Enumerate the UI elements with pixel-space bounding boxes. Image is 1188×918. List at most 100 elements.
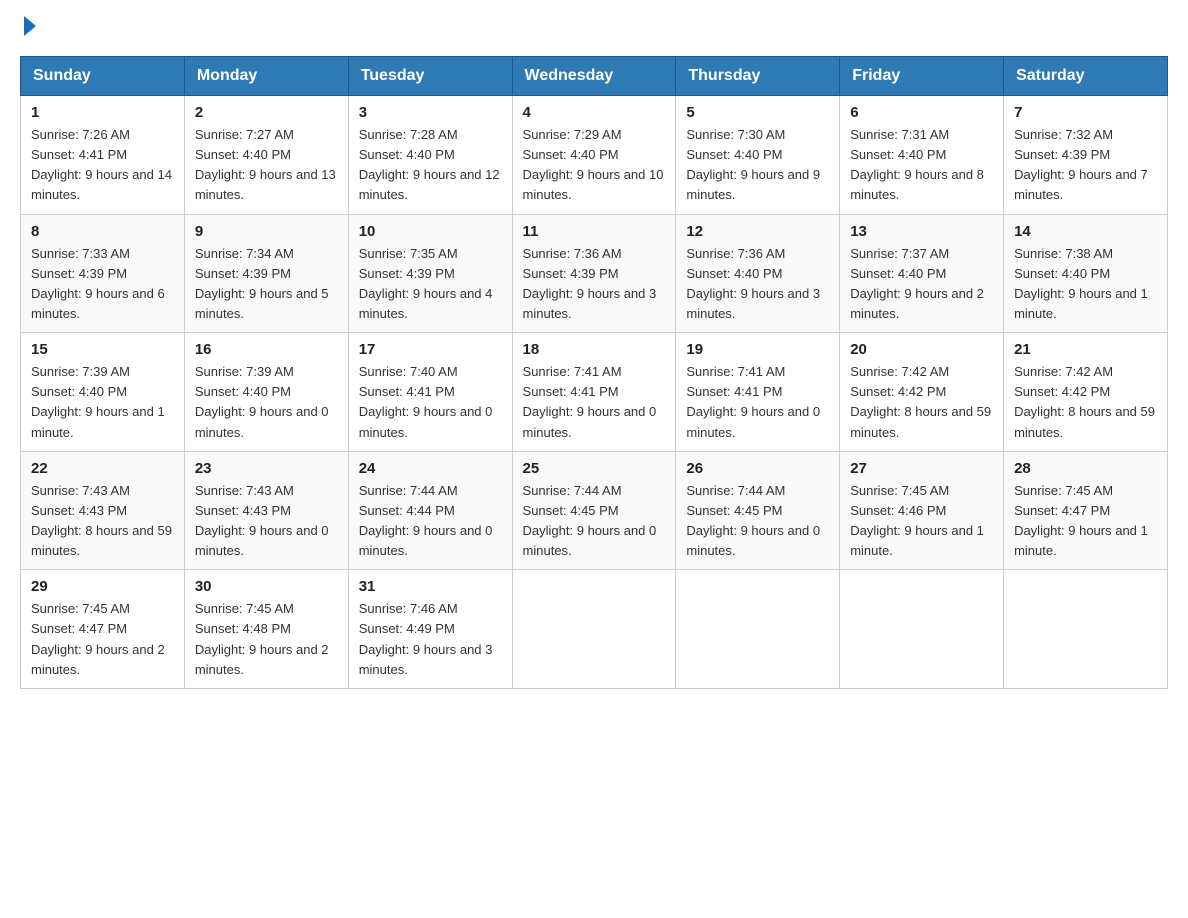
calendar-week-5: 29 Sunrise: 7:45 AM Sunset: 4:47 PM Dayl… bbox=[21, 570, 1168, 689]
header-saturday: Saturday bbox=[1004, 57, 1168, 96]
day-info: Sunrise: 7:39 AM Sunset: 4:40 PM Dayligh… bbox=[31, 362, 174, 443]
calendar-cell: 15 Sunrise: 7:39 AM Sunset: 4:40 PM Dayl… bbox=[21, 333, 185, 452]
calendar-cell: 19 Sunrise: 7:41 AM Sunset: 4:41 PM Dayl… bbox=[676, 333, 840, 452]
calendar-cell bbox=[840, 570, 1004, 689]
calendar-week-1: 1 Sunrise: 7:26 AM Sunset: 4:41 PM Dayli… bbox=[21, 96, 1168, 215]
day-number: 6 bbox=[850, 104, 993, 121]
logo-area bbox=[20, 20, 36, 36]
calendar-cell: 1 Sunrise: 7:26 AM Sunset: 4:41 PM Dayli… bbox=[21, 96, 185, 215]
day-info: Sunrise: 7:28 AM Sunset: 4:40 PM Dayligh… bbox=[359, 125, 502, 206]
day-info: Sunrise: 7:26 AM Sunset: 4:41 PM Dayligh… bbox=[31, 125, 174, 206]
day-number: 21 bbox=[1014, 341, 1157, 358]
day-number: 19 bbox=[686, 341, 829, 358]
calendar-cell: 6 Sunrise: 7:31 AM Sunset: 4:40 PM Dayli… bbox=[840, 96, 1004, 215]
day-number: 13 bbox=[850, 223, 993, 240]
calendar-week-3: 15 Sunrise: 7:39 AM Sunset: 4:40 PM Dayl… bbox=[21, 333, 1168, 452]
calendar-table: SundayMondayTuesdayWednesdayThursdayFrid… bbox=[20, 56, 1168, 689]
calendar-cell: 26 Sunrise: 7:44 AM Sunset: 4:45 PM Dayl… bbox=[676, 451, 840, 570]
calendar-cell: 17 Sunrise: 7:40 AM Sunset: 4:41 PM Dayl… bbox=[348, 333, 512, 452]
day-info: Sunrise: 7:27 AM Sunset: 4:40 PM Dayligh… bbox=[195, 125, 338, 206]
calendar-cell: 31 Sunrise: 7:46 AM Sunset: 4:49 PM Dayl… bbox=[348, 570, 512, 689]
day-number: 18 bbox=[523, 341, 666, 358]
calendar-cell: 16 Sunrise: 7:39 AM Sunset: 4:40 PM Dayl… bbox=[184, 333, 348, 452]
day-number: 22 bbox=[31, 460, 174, 477]
calendar-cell bbox=[676, 570, 840, 689]
day-info: Sunrise: 7:32 AM Sunset: 4:39 PM Dayligh… bbox=[1014, 125, 1157, 206]
day-info: Sunrise: 7:42 AM Sunset: 4:42 PM Dayligh… bbox=[850, 362, 993, 443]
day-info: Sunrise: 7:46 AM Sunset: 4:49 PM Dayligh… bbox=[359, 599, 502, 680]
day-info: Sunrise: 7:36 AM Sunset: 4:40 PM Dayligh… bbox=[686, 244, 829, 325]
day-info: Sunrise: 7:38 AM Sunset: 4:40 PM Dayligh… bbox=[1014, 244, 1157, 325]
calendar-cell: 23 Sunrise: 7:43 AM Sunset: 4:43 PM Dayl… bbox=[184, 451, 348, 570]
day-number: 12 bbox=[686, 223, 829, 240]
day-info: Sunrise: 7:39 AM Sunset: 4:40 PM Dayligh… bbox=[195, 362, 338, 443]
calendar-cell: 25 Sunrise: 7:44 AM Sunset: 4:45 PM Dayl… bbox=[512, 451, 676, 570]
calendar-cell: 11 Sunrise: 7:36 AM Sunset: 4:39 PM Dayl… bbox=[512, 214, 676, 333]
calendar-cell bbox=[512, 570, 676, 689]
calendar-cell: 21 Sunrise: 7:42 AM Sunset: 4:42 PM Dayl… bbox=[1004, 333, 1168, 452]
header-row: SundayMondayTuesdayWednesdayThursdayFrid… bbox=[21, 57, 1168, 96]
logo-arrow-icon bbox=[24, 16, 36, 36]
calendar-week-4: 22 Sunrise: 7:43 AM Sunset: 4:43 PM Dayl… bbox=[21, 451, 1168, 570]
day-number: 17 bbox=[359, 341, 502, 358]
header-sunday: Sunday bbox=[21, 57, 185, 96]
day-number: 30 bbox=[195, 578, 338, 595]
calendar-cell: 4 Sunrise: 7:29 AM Sunset: 4:40 PM Dayli… bbox=[512, 96, 676, 215]
header-tuesday: Tuesday bbox=[348, 57, 512, 96]
header-thursday: Thursday bbox=[676, 57, 840, 96]
day-number: 31 bbox=[359, 578, 502, 595]
day-info: Sunrise: 7:40 AM Sunset: 4:41 PM Dayligh… bbox=[359, 362, 502, 443]
calendar-cell: 28 Sunrise: 7:45 AM Sunset: 4:47 PM Dayl… bbox=[1004, 451, 1168, 570]
calendar-cell: 27 Sunrise: 7:45 AM Sunset: 4:46 PM Dayl… bbox=[840, 451, 1004, 570]
day-info: Sunrise: 7:45 AM Sunset: 4:46 PM Dayligh… bbox=[850, 481, 993, 562]
day-number: 1 bbox=[31, 104, 174, 121]
calendar-cell: 12 Sunrise: 7:36 AM Sunset: 4:40 PM Dayl… bbox=[676, 214, 840, 333]
day-info: Sunrise: 7:29 AM Sunset: 4:40 PM Dayligh… bbox=[523, 125, 666, 206]
day-number: 29 bbox=[31, 578, 174, 595]
day-number: 10 bbox=[359, 223, 502, 240]
day-info: Sunrise: 7:36 AM Sunset: 4:39 PM Dayligh… bbox=[523, 244, 666, 325]
calendar-cell: 18 Sunrise: 7:41 AM Sunset: 4:41 PM Dayl… bbox=[512, 333, 676, 452]
day-number: 23 bbox=[195, 460, 338, 477]
logo bbox=[20, 20, 36, 36]
day-number: 20 bbox=[850, 341, 993, 358]
calendar-header: SundayMondayTuesdayWednesdayThursdayFrid… bbox=[21, 57, 1168, 96]
day-info: Sunrise: 7:34 AM Sunset: 4:39 PM Dayligh… bbox=[195, 244, 338, 325]
day-number: 28 bbox=[1014, 460, 1157, 477]
calendar-body: 1 Sunrise: 7:26 AM Sunset: 4:41 PM Dayli… bbox=[21, 96, 1168, 689]
day-info: Sunrise: 7:45 AM Sunset: 4:48 PM Dayligh… bbox=[195, 599, 338, 680]
calendar-cell: 7 Sunrise: 7:32 AM Sunset: 4:39 PM Dayli… bbox=[1004, 96, 1168, 215]
day-number: 2 bbox=[195, 104, 338, 121]
calendar-cell: 3 Sunrise: 7:28 AM Sunset: 4:40 PM Dayli… bbox=[348, 96, 512, 215]
day-number: 24 bbox=[359, 460, 502, 477]
day-number: 11 bbox=[523, 223, 666, 240]
day-info: Sunrise: 7:35 AM Sunset: 4:39 PM Dayligh… bbox=[359, 244, 502, 325]
day-info: Sunrise: 7:37 AM Sunset: 4:40 PM Dayligh… bbox=[850, 244, 993, 325]
day-number: 14 bbox=[1014, 223, 1157, 240]
calendar-cell: 10 Sunrise: 7:35 AM Sunset: 4:39 PM Dayl… bbox=[348, 214, 512, 333]
day-info: Sunrise: 7:41 AM Sunset: 4:41 PM Dayligh… bbox=[686, 362, 829, 443]
day-number: 15 bbox=[31, 341, 174, 358]
day-number: 5 bbox=[686, 104, 829, 121]
calendar-cell bbox=[1004, 570, 1168, 689]
day-number: 7 bbox=[1014, 104, 1157, 121]
calendar-cell: 14 Sunrise: 7:38 AM Sunset: 4:40 PM Dayl… bbox=[1004, 214, 1168, 333]
header-wednesday: Wednesday bbox=[512, 57, 676, 96]
day-info: Sunrise: 7:42 AM Sunset: 4:42 PM Dayligh… bbox=[1014, 362, 1157, 443]
day-number: 8 bbox=[31, 223, 174, 240]
day-info: Sunrise: 7:44 AM Sunset: 4:44 PM Dayligh… bbox=[359, 481, 502, 562]
calendar-cell: 20 Sunrise: 7:42 AM Sunset: 4:42 PM Dayl… bbox=[840, 333, 1004, 452]
calendar-cell: 13 Sunrise: 7:37 AM Sunset: 4:40 PM Dayl… bbox=[840, 214, 1004, 333]
day-info: Sunrise: 7:43 AM Sunset: 4:43 PM Dayligh… bbox=[195, 481, 338, 562]
day-number: 26 bbox=[686, 460, 829, 477]
calendar-cell: 8 Sunrise: 7:33 AM Sunset: 4:39 PM Dayli… bbox=[21, 214, 185, 333]
day-info: Sunrise: 7:45 AM Sunset: 4:47 PM Dayligh… bbox=[1014, 481, 1157, 562]
day-info: Sunrise: 7:30 AM Sunset: 4:40 PM Dayligh… bbox=[686, 125, 829, 206]
day-number: 3 bbox=[359, 104, 502, 121]
day-number: 25 bbox=[523, 460, 666, 477]
day-number: 16 bbox=[195, 341, 338, 358]
calendar-cell: 30 Sunrise: 7:45 AM Sunset: 4:48 PM Dayl… bbox=[184, 570, 348, 689]
day-info: Sunrise: 7:44 AM Sunset: 4:45 PM Dayligh… bbox=[523, 481, 666, 562]
calendar-cell: 5 Sunrise: 7:30 AM Sunset: 4:40 PM Dayli… bbox=[676, 96, 840, 215]
day-number: 4 bbox=[523, 104, 666, 121]
